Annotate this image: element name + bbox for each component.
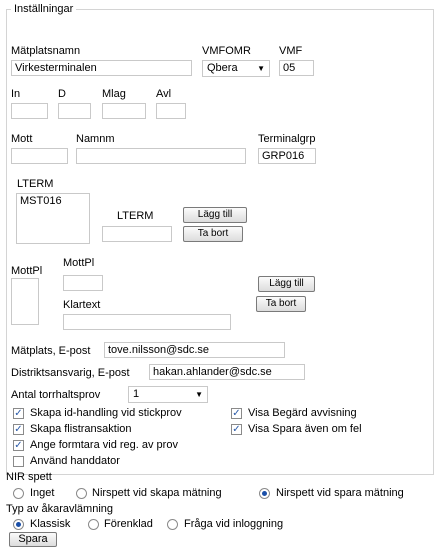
matplatsnamn-input[interactable]: Virkesterminalen [11, 60, 192, 76]
distrikt-epost-label: Distriktsansvarig, E-post [11, 367, 130, 379]
klartext-label: Klartext [63, 299, 101, 311]
nir-option-spara-radio[interactable] [259, 488, 270, 499]
skapa-flis-label: Skapa flistransaktion [30, 423, 132, 435]
visa-begard-checkbox[interactable]: ✓ [231, 408, 242, 419]
akar-option-forenklad-radio[interactable] [88, 519, 99, 530]
mlag-input[interactable] [102, 103, 146, 119]
nir-label: NIR spett [6, 471, 52, 483]
skapa-flis-checkbox[interactable]: ✓ [13, 424, 24, 435]
mottpl-input-label: MottPl [63, 257, 95, 269]
nir-option-inget-radio[interactable] [13, 488, 24, 499]
mottpl-listbox[interactable] [11, 278, 39, 325]
mott-input[interactable] [11, 148, 68, 164]
akaravlamning-label: Typ av åkaravlämning [6, 503, 113, 515]
settings-legend: Inställningar [11, 3, 77, 15]
mott-label: Mott [11, 133, 33, 145]
torrhaltsprov-label: Antal torrhaltsprov [11, 389, 101, 401]
visa-spara-label: Visa Spara även om fel [248, 423, 362, 435]
mottpl-add-button[interactable]: Lägg till [258, 276, 315, 292]
vmfomr-value: Qbera [207, 62, 238, 74]
akar-option-klassisk-label: Klassisk [30, 518, 71, 530]
d-label: D [58, 88, 66, 100]
avl-input[interactable] [156, 103, 186, 119]
chevron-down-icon: ▼ [257, 64, 265, 73]
mottpl-list-label: MottPl [11, 265, 43, 277]
namnm-input[interactable] [76, 148, 246, 164]
in-label: In [11, 88, 21, 100]
lterm-list-label: LTERM [17, 178, 54, 190]
save-button[interactable]: Spara [9, 532, 57, 547]
akar-option-fraga-label: Fråga vid inloggning [184, 518, 284, 530]
chevron-down-icon: ▼ [195, 390, 203, 399]
distrikt-epost-input[interactable]: hakan.ahlander@sdc.se [149, 364, 305, 380]
terminalgrp-input[interactable]: GRP016 [258, 148, 316, 164]
lterm-input[interactable] [102, 226, 172, 242]
lterm-input-label: LTERM [117, 210, 154, 222]
mottpl-input[interactable] [63, 275, 103, 291]
vmfomr-select[interactable]: Qbera ▼ [202, 60, 270, 77]
nir-option-inget-label: Inget [30, 487, 55, 499]
visa-spara-checkbox[interactable]: ✓ [231, 424, 242, 435]
torrhaltsprov-value: 1 [133, 388, 140, 400]
skapa-id-label: Skapa id-handling vid stickprov [30, 407, 182, 419]
torrhaltsprov-select[interactable]: 1 ▼ [128, 386, 208, 403]
vmfomr-label: VMFOMR [202, 45, 251, 57]
avl-label: Avl [156, 88, 172, 100]
namnm-label: Namnm [76, 133, 115, 145]
akar-option-forenklad-label: Förenklad [104, 518, 153, 530]
skapa-id-checkbox[interactable]: ✓ [13, 408, 24, 419]
mottpl-remove-button[interactable]: Ta bort [256, 296, 306, 312]
matplatsnamn-label: Mätplatsnamn [11, 45, 81, 57]
matplats-epost-label: Mätplats, E-post [11, 345, 91, 357]
anvand-handdator-checkbox[interactable] [13, 456, 24, 467]
visa-begard-label: Visa Begärd avvisning [248, 407, 357, 419]
lterm-listbox[interactable]: MST016 [16, 193, 90, 244]
ange-formtara-checkbox[interactable]: ✓ [13, 440, 24, 451]
akar-option-fraga-radio[interactable] [167, 519, 178, 530]
matplats-epost-input[interactable]: tove.nilsson@sdc.se [104, 342, 285, 358]
anvand-handdator-label: Använd handdator [30, 455, 120, 467]
lterm-list-item[interactable]: MST016 [20, 195, 86, 207]
d-input[interactable] [58, 103, 91, 119]
lterm-remove-button[interactable]: Ta bort [183, 226, 243, 242]
in-input[interactable] [11, 103, 48, 119]
vmf-input[interactable]: 05 [279, 60, 314, 76]
nir-option-skapa-radio[interactable] [76, 488, 87, 499]
lterm-add-button[interactable]: Lägg till [183, 207, 247, 223]
nir-option-spara-label: Nirspett vid spara mätning [276, 487, 404, 499]
akar-option-klassisk-radio[interactable] [13, 519, 24, 530]
mlag-label: Mlag [102, 88, 126, 100]
vmf-label: VMF [279, 45, 303, 57]
klartext-input[interactable] [63, 314, 231, 330]
ange-formtara-label: Ange formtara vid reg. av prov [30, 439, 178, 451]
terminalgrp-label: Terminalgrp [258, 133, 316, 145]
nir-option-skapa-label: Nirspett vid skapa mätning [92, 487, 222, 499]
